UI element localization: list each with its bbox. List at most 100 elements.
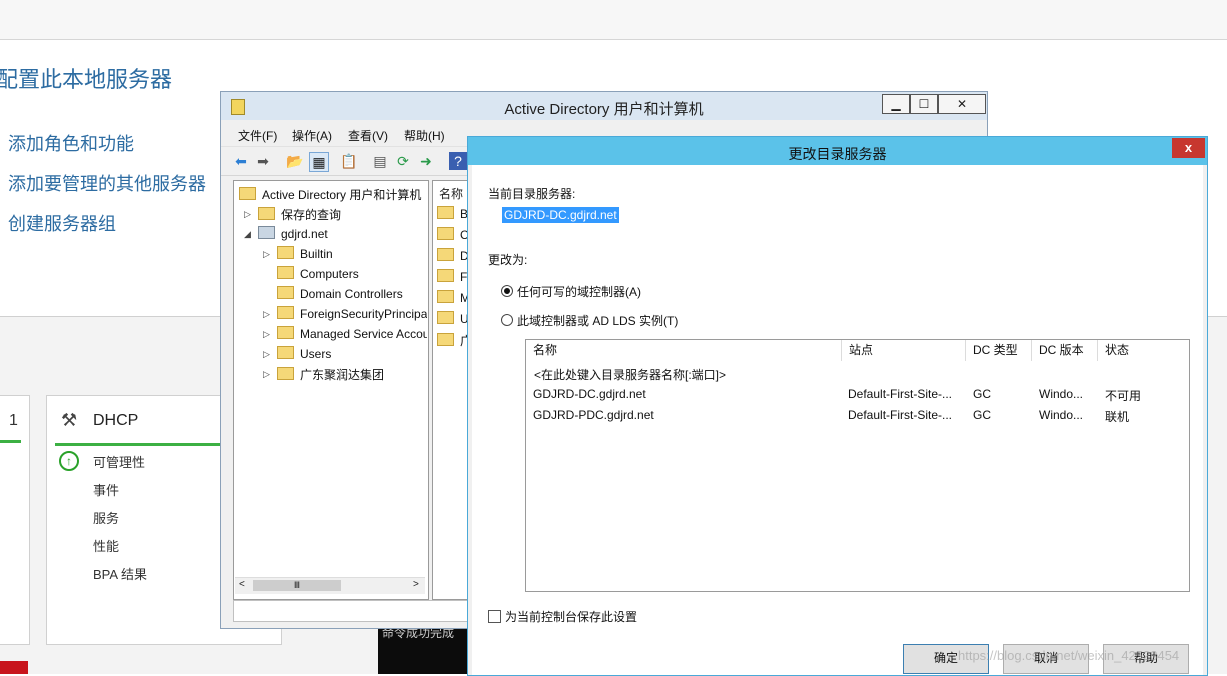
collapse-arrow-icon[interactable]: ◢ [244, 229, 251, 240]
tree-builtin[interactable]: Builtin [277, 246, 333, 261]
create-server-group-link[interactable]: 创建服务器组 [8, 210, 116, 236]
page-title: 配置此本地服务器 [0, 67, 173, 92]
column-header-status[interactable]: 状态 [1098, 340, 1189, 361]
folder-icon [277, 346, 294, 359]
properties-icon[interactable]: ▤ [371, 152, 389, 170]
current-server-label: 当前目录服务器: [488, 187, 576, 201]
export-icon[interactable]: ➜ [417, 152, 435, 170]
domain-icon [258, 226, 275, 239]
aduc-icon [239, 187, 256, 200]
tree-root[interactable]: Active Directory 用户和计算机 [239, 186, 421, 203]
expand-arrow-icon[interactable]: ▷ [263, 309, 270, 320]
column-header-dc-version[interactable]: DC 版本 [1032, 340, 1098, 361]
back-arrow-icon[interactable]: ⬅ [232, 152, 250, 170]
folder-icon [277, 326, 294, 339]
status-bar [233, 600, 475, 622]
show-tree-icon[interactable]: ▦ [309, 152, 329, 172]
expand-arrow-icon[interactable]: ▷ [244, 209, 251, 220]
expand-arrow-icon[interactable]: ▷ [263, 249, 270, 260]
up-folder-icon[interactable]: 📂 [286, 152, 304, 170]
list-header-name[interactable]: 名称 [439, 185, 463, 202]
status-bar [0, 440, 21, 443]
tree-item-label: gdjrd.net [281, 227, 328, 241]
option-specific-dc[interactable]: 此域控制器或 AD LDS 实例(T) [501, 312, 678, 329]
tree-managed-service-accounts[interactable]: Managed Service Accounts [277, 326, 427, 341]
row-site: Default-First-Site-... [848, 408, 953, 422]
tree-saved-queries[interactable]: 保存的查询 [258, 206, 341, 223]
column-header-site[interactable]: 站点 [842, 340, 966, 361]
expand-arrow-icon[interactable]: ▷ [263, 329, 270, 340]
server-name-input-row[interactable]: <在此处键入目录服务器名称[:端口]> [534, 366, 726, 383]
save-setting-option[interactable]: 为当前控制台保存此设置 [488, 608, 637, 625]
maximize-button[interactable]: ☐ [910, 94, 938, 114]
minimize-button[interactable]: ▁ [882, 94, 910, 114]
role-tile-partial[interactable]: 1 [0, 395, 30, 645]
clipboard-icon[interactable]: 📋 [340, 152, 358, 170]
list-item[interactable]: M [437, 290, 470, 305]
dhcp-item-events[interactable]: 事件 [93, 480, 119, 499]
menu-view[interactable]: 查看(V) [348, 127, 388, 144]
tree-item-label: Builtin [300, 247, 333, 261]
menu-action[interactable]: 操作(A) [292, 127, 332, 144]
close-button[interactable]: x [1172, 138, 1205, 158]
dhcp-item-services[interactable]: 服务 [93, 508, 119, 527]
aduc-titlebar[interactable]: Active Directory 用户和计算机 ▁ ☐ ✕ [221, 92, 987, 120]
tools-icon: ⚒ [61, 410, 78, 430]
row-dc-type: GC [973, 387, 991, 401]
close-button[interactable]: ✕ [938, 94, 986, 114]
radio-selected[interactable] [501, 285, 513, 297]
dhcp-item-manageability[interactable]: 可管理性 [93, 452, 145, 471]
folder-icon [437, 206, 454, 219]
folder-icon [277, 246, 294, 259]
expand-arrow-icon[interactable]: ▷ [263, 349, 270, 360]
dc-list: 名称 站点 DC 类型 DC 版本 状态 <在此处键入目录服务器名称[:端口]>… [525, 339, 1190, 592]
refresh-icon[interactable]: ⟳ [394, 152, 412, 170]
dialog-titlebar[interactable]: 更改目录服务器 x [468, 137, 1207, 165]
add-servers-link[interactable]: 添加要管理的其他服务器 [8, 170, 206, 196]
tree-foreign-security[interactable]: ForeignSecurityPrincipals [277, 306, 427, 321]
tree-computers[interactable]: Computers [277, 266, 359, 281]
tile-count: 1 [9, 412, 18, 429]
row-dc-type: GC [973, 408, 991, 422]
option-any-writable-dc[interactable]: 任何可写的域控制器(A) [501, 283, 641, 300]
help-icon[interactable]: ? [449, 152, 467, 170]
radio-unselected[interactable] [501, 314, 513, 326]
folder-icon [277, 306, 294, 319]
folder-icon [437, 227, 454, 240]
row-name[interactable]: GDJRD-PDC.gdjrd.net [533, 408, 654, 422]
ou-folder-icon [277, 286, 294, 299]
scroll-right-icon[interactable]: > [413, 579, 419, 590]
tree-users[interactable]: Users [277, 346, 331, 361]
tree-domain[interactable]: gdjrd.net [258, 226, 328, 241]
dhcp-item-performance[interactable]: 性能 [93, 536, 119, 555]
row-status: 不可用 [1105, 389, 1142, 403]
dhcp-item-bpa[interactable]: BPA 结果 [93, 564, 147, 583]
scroll-left-icon[interactable]: < [239, 579, 245, 590]
dialog-body: 当前目录服务器: GDJRD-DC.gdjrd.net 更改为: 任何可写的域控… [472, 165, 1203, 675]
tree-horizontal-scrollbar[interactable]: < Ⅲ > [235, 577, 425, 594]
red-status-strip [0, 661, 28, 674]
dhcp-tile-title[interactable]: DHCP [93, 412, 138, 430]
menu-file[interactable]: 文件(F) [238, 127, 277, 144]
tree-item-label: Users [300, 347, 332, 361]
expand-arrow-icon[interactable]: ▷ [263, 369, 270, 380]
column-header-dc-type[interactable]: DC 类型 [966, 340, 1032, 361]
column-header-name[interactable]: 名称 [526, 340, 842, 361]
tree-ou-guangdong[interactable]: 广东聚润达集团 [277, 366, 384, 383]
menu-help[interactable]: 帮助(H) [404, 127, 445, 144]
tree-item-label: 广东聚润达集团 [300, 368, 385, 382]
tree-domain-controllers[interactable]: Domain Controllers [277, 286, 403, 301]
current-server-value: GDJRD-DC.gdjrd.net [502, 207, 619, 223]
folder-icon [437, 311, 454, 324]
add-roles-link[interactable]: 添加角色和功能 [8, 130, 134, 156]
change-to-label: 更改为: [488, 253, 528, 267]
scroll-thumb[interactable]: Ⅲ [253, 580, 341, 591]
row-name[interactable]: GDJRD-DC.gdjrd.net [533, 387, 646, 401]
forward-arrow-icon[interactable]: ➡ [254, 152, 272, 170]
change-directory-server-dialog: 更改目录服务器 x 当前目录服务器: GDJRD-DC.gdjrd.net 更改… [467, 136, 1208, 676]
tree-item-label: ForeignSecurityPrincipals [300, 307, 427, 321]
folder-icon [437, 290, 454, 303]
up-arrow-ok-icon: ↑ [59, 451, 79, 471]
option-label: 此域控制器或 AD LDS 实例(T) [517, 314, 679, 328]
save-setting-checkbox[interactable] [488, 610, 501, 623]
